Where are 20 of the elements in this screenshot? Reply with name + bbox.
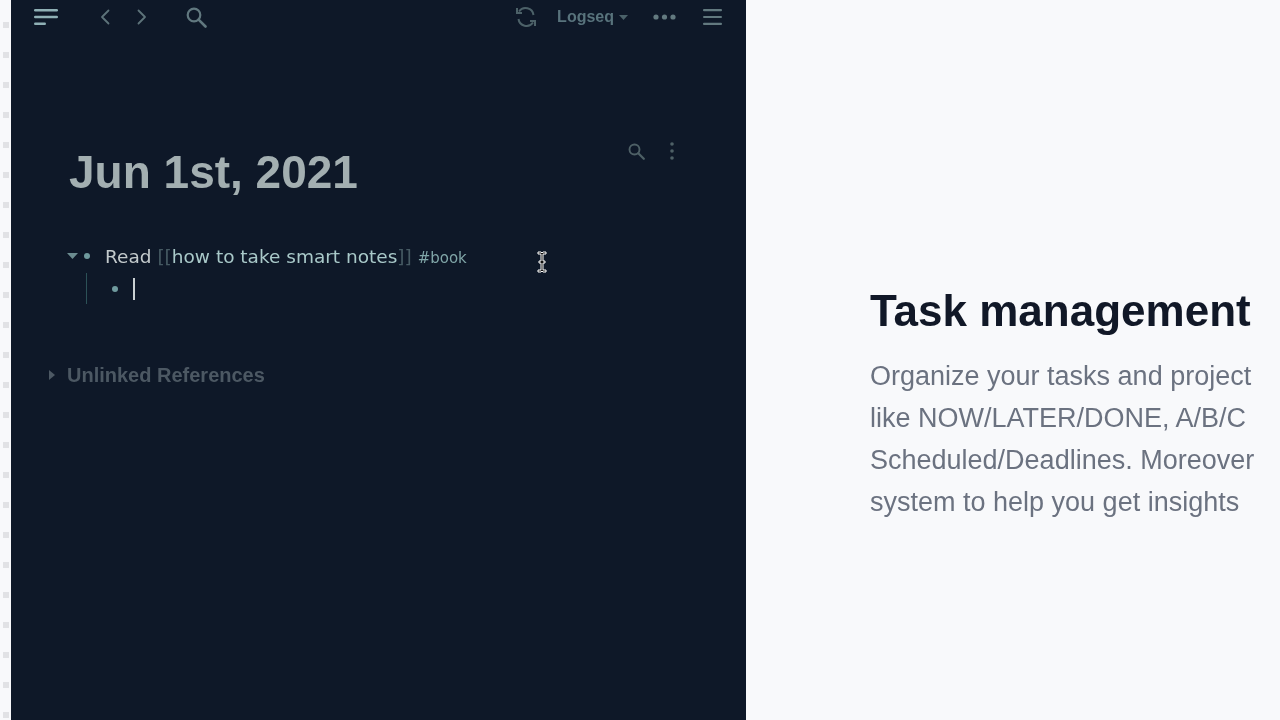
more-vertical-icon: [670, 142, 674, 160]
graph-dropdown[interactable]: Logseq: [557, 0, 628, 34]
block-text: Read [[how to take smart notes]] #book: [105, 245, 467, 267]
search-icon: [627, 142, 645, 160]
bullet-icon: [112, 285, 118, 292]
menu-icon: [34, 9, 58, 25]
page-title: Jun 1st, 2021: [69, 145, 358, 200]
more-icon: [652, 14, 676, 20]
bullet-icon: [84, 253, 90, 259]
feature-heading: Task management: [870, 285, 1252, 337]
menu-icon: [702, 9, 722, 25]
feature-description: Organize your tasks and project like NOW/LATER/DONE, A/B/C Scheduled/Deadlines. Moreover system to help you get insights: [870, 360, 1256, 519]
i-beam-cursor-icon: [537, 251, 547, 273]
chevron-left-icon: [100, 9, 110, 25]
tag-link[interactable]: #book: [417, 248, 467, 267]
sync-icon: [515, 6, 538, 28]
chevron-right-icon: [137, 9, 147, 25]
caret-down-icon: [619, 14, 628, 20]
search-icon: [185, 6, 207, 28]
page-reference-link[interactable]: [[how to take smart notes]]: [157, 245, 412, 267]
